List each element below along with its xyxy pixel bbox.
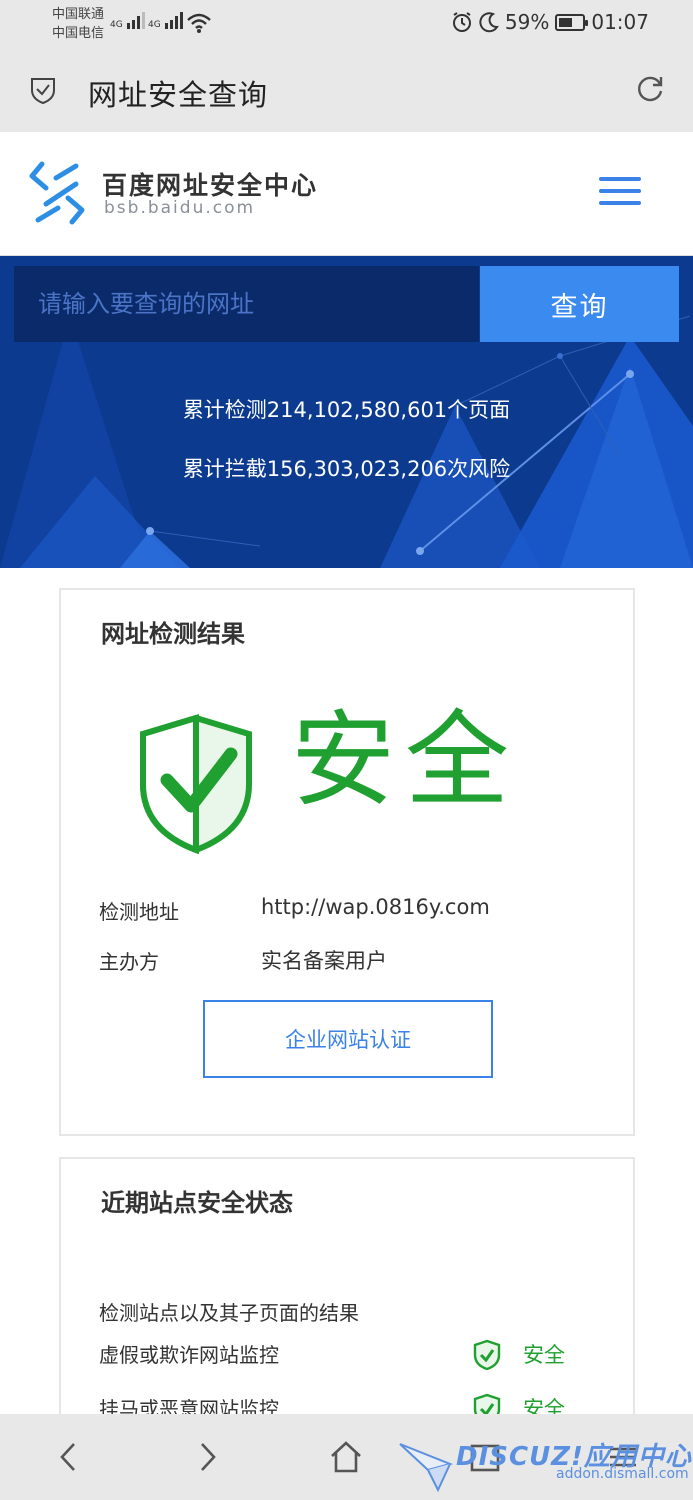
clock: 01:07	[591, 10, 649, 34]
search-button[interactable]: 查询	[480, 266, 679, 342]
recent-description: 检测站点以及其子页面的结果	[99, 1301, 359, 1325]
baidu-safety-logo-icon[interactable]	[28, 160, 86, 226]
owner-label: 主办方	[99, 950, 159, 974]
status-bar: 中国联通 中国电信 4G 4G 59% 01:07	[0, 0, 693, 48]
menu-icon[interactable]	[599, 177, 641, 207]
site-domain: bsb.baidu.com	[104, 198, 256, 218]
owner-value: 实名备案用户	[261, 949, 387, 973]
wifi-icon	[187, 13, 211, 33]
carrier-names: 中国联通 中国电信	[52, 5, 104, 43]
status-safe-fraud: 安全	[523, 1343, 565, 1367]
hero-banner: 查询 累计检测214,102,580,601个页面 累计拦截156,303,02…	[0, 256, 693, 568]
enterprise-cert-button[interactable]: 企业网站认证	[203, 1000, 493, 1078]
back-icon[interactable]	[52, 1440, 86, 1474]
battery-icon	[555, 13, 589, 31]
status-row-label-fraud: 虚假或欺诈网站监控	[99, 1343, 279, 1367]
recent-status-card: 近期站点安全状态 检测站点以及其子页面的结果 虚假或欺诈网站监控 安全 挂马或恶…	[59, 1157, 635, 1457]
battery-percent: 59%	[504, 10, 550, 34]
page-title: 网址安全查询	[88, 78, 269, 112]
risks-blocked-stat: 累计拦截156,303,023,206次风险	[182, 457, 511, 481]
signal-2-icon: 4G	[148, 10, 186, 30]
network-2-label: 4G	[148, 20, 161, 30]
url-search-input[interactable]	[14, 266, 479, 342]
signal-1-icon: 4G	[110, 10, 148, 30]
forward-icon[interactable]	[190, 1440, 224, 1474]
address-label: 检测地址	[99, 900, 179, 924]
safe-shield-small-icon	[473, 1339, 501, 1371]
safe-shield-icon	[140, 714, 252, 854]
pages-checked-stat: 累计检测214,102,580,601个页面	[182, 398, 511, 422]
watermark-domain: addon.dismall.com	[556, 1466, 689, 1482]
status-right: 59% 01:07	[451, 10, 649, 34]
address-value: http://wap.0816y.com	[261, 895, 490, 919]
browser-title-bar: 网址安全查询	[0, 48, 693, 132]
site-header: 百度网址安全中心 bsb.baidu.com	[0, 132, 693, 256]
recent-title: 近期站点安全状态	[101, 1189, 293, 1217]
battery-fill	[559, 17, 573, 27]
alarm-icon	[452, 12, 471, 32]
carrier-2: 中国电信	[52, 26, 105, 41]
security-shield-icon[interactable]	[30, 76, 56, 104]
refresh-icon[interactable]	[635, 74, 665, 104]
moon-icon	[479, 12, 499, 33]
home-icon[interactable]	[329, 1440, 363, 1474]
network-1-label: 4G	[110, 20, 123, 30]
verdict-text: 安全	[291, 699, 520, 821]
site-name[interactable]: 百度网址安全中心	[102, 166, 318, 202]
carrier-1: 中国联通	[52, 7, 105, 22]
result-title: 网址检测结果	[101, 620, 245, 648]
result-card: 网址检测结果 安全 检测地址 http://wap.0816y.com 主办方 …	[59, 588, 635, 1136]
